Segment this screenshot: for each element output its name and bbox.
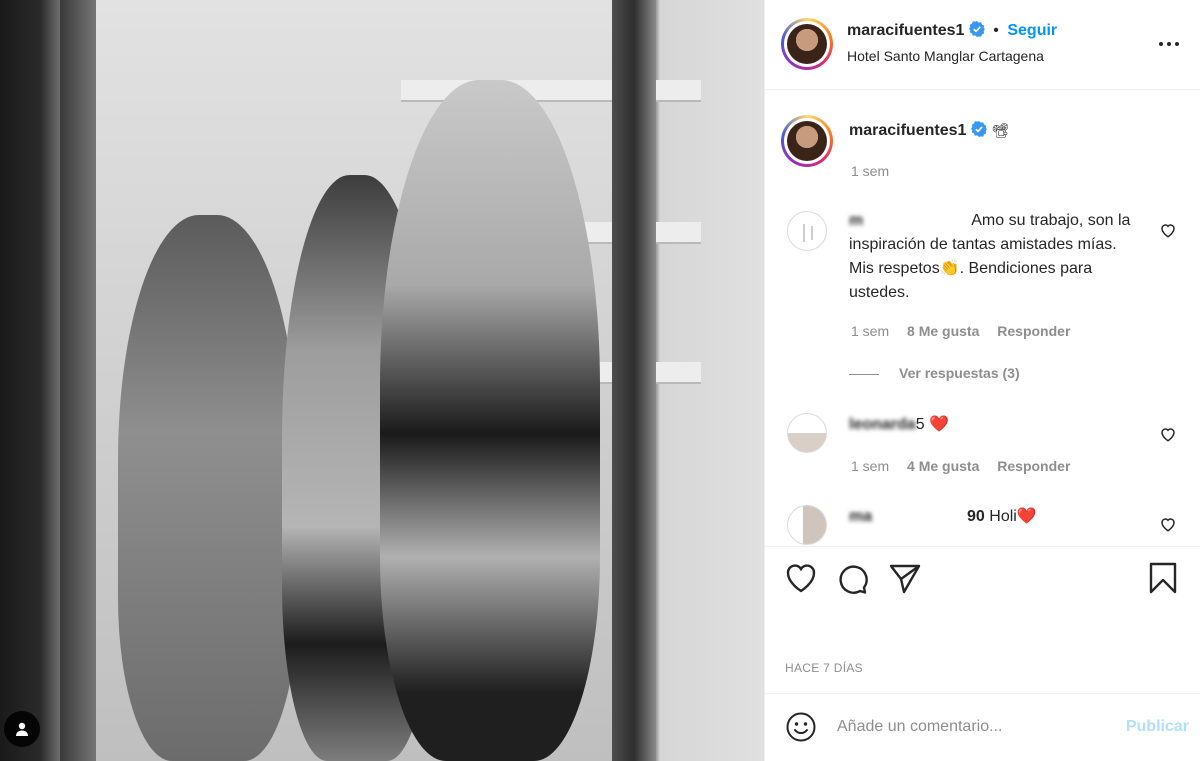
comment-time: 1 sem <box>851 458 890 474</box>
share-paper-plane-icon[interactable] <box>887 561 923 595</box>
wall-edge <box>60 0 100 761</box>
person-right <box>380 80 600 761</box>
comment-text: Holi❤️ <box>989 508 1037 525</box>
reply-button[interactable]: Responder <box>997 323 1070 339</box>
like-heart-icon[interactable] <box>783 561 819 595</box>
comment-text: ❤️ <box>929 416 949 433</box>
post-header: maracifuentes1 • Seguir Hotel Santo Mang… <box>765 0 1200 90</box>
location-link[interactable]: Hotel Santo Manglar Cartagena <box>847 48 1044 64</box>
replies-line <box>849 373 879 375</box>
comment-time: 1 sem <box>851 323 890 339</box>
caption-avatar[interactable] <box>781 115 833 167</box>
comment-meta: 1 sem 8 Me gusta Responder <box>851 323 1070 339</box>
reply-button[interactable]: Responder <box>997 458 1070 474</box>
comments-list[interactable]: maracifuentes1 📽 1 sem m Amo su trabajo,… <box>765 91 1200 546</box>
author-username[interactable]: maracifuentes1 <box>847 22 964 39</box>
action-bar <box>765 546 1200 606</box>
comment-body: ma 90 Holi❤️ <box>849 505 1139 529</box>
view-replies-button[interactable]: Ver respuestas (3) <box>849 365 1020 381</box>
like-comment-icon[interactable] <box>1159 425 1177 443</box>
view-replies-label: Ver respuestas (3) <box>899 365 1020 381</box>
comment-likes[interactable]: 4 Me gusta <box>907 458 979 474</box>
author-avatar[interactable] <box>781 18 833 70</box>
comment-body: m Amo su trabajo, son la inspiración de … <box>849 209 1139 305</box>
like-comment-icon[interactable] <box>1159 515 1177 533</box>
post-date[interactable]: HACE 7 DÍAS <box>785 661 863 675</box>
commenter-username[interactable]: leonarda <box>849 413 916 437</box>
mirror-frame <box>612 0 656 761</box>
tagged-users-icon[interactable] <box>4 711 40 747</box>
commenter-username[interactable]: m <box>849 209 863 233</box>
post-sidebar: maracifuentes1 • Seguir Hotel Santo Mang… <box>764 0 1200 761</box>
emoji-icon[interactable] <box>785 711 817 743</box>
add-comment-bar: Añade un comentario... Publicar <box>765 693 1200 761</box>
caption-text: 📽 <box>991 122 1010 138</box>
separator: • <box>993 22 999 39</box>
post-photo[interactable] <box>0 0 764 761</box>
commenter-username-suffix: 5 <box>915 416 925 433</box>
comment-meta: 1 sem 4 Me gusta Responder <box>851 458 1070 474</box>
more-options-icon[interactable] <box>1158 34 1180 54</box>
comment-likes[interactable]: 8 Me gusta <box>907 323 979 339</box>
commenter-avatar[interactable] <box>787 505 827 545</box>
publish-button[interactable]: Publicar <box>1126 718 1189 736</box>
verified-badge-icon <box>968 21 985 37</box>
caption-username[interactable]: maracifuentes1 <box>849 122 966 139</box>
comment-text: Amo su trabajo, son la inspiración de ta… <box>849 212 1131 301</box>
verified-badge-icon <box>970 121 987 137</box>
like-comment-icon[interactable] <box>1159 221 1177 239</box>
commenter-username-suffix: 90 <box>967 508 985 525</box>
comment-body: leonarda5 ❤️ <box>849 413 1139 437</box>
caption-time: 1 sem <box>851 163 890 179</box>
bookmark-icon[interactable] <box>1145 561 1181 595</box>
commenter-username[interactable]: ma <box>849 505 872 529</box>
comment-input[interactable]: Añade un comentario... <box>837 718 1002 736</box>
comment-bubble-icon[interactable] <box>835 561 871 595</box>
commenter-avatar[interactable] <box>787 413 827 453</box>
follow-button[interactable]: Seguir <box>1007 22 1057 39</box>
commenter-avatar[interactable] <box>787 211 827 251</box>
person-left <box>118 215 298 761</box>
